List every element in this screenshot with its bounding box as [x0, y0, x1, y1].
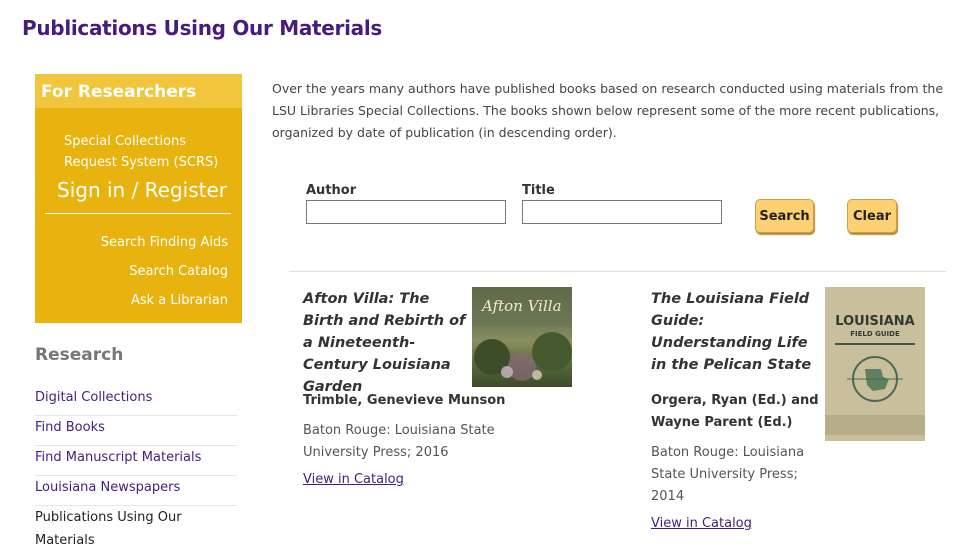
- book-publisher: Baton Rouge: Louisiana State University …: [651, 445, 805, 504]
- divider: [45, 213, 231, 214]
- research-nav: Digital Collections Find Books Find Manu…: [35, 386, 237, 548]
- search-finding-aids-link[interactable]: Search Finding Aids: [101, 228, 228, 257]
- book-publisher: Baton Rouge: Louisiana State University …: [303, 423, 495, 460]
- results-divider: [289, 271, 946, 272]
- nav-publications-using-our-materials[interactable]: Publications Using Our Materials: [35, 506, 237, 548]
- book-details: Orgera, Ryan (Ed.) and Wayne Parent (Ed.…: [651, 390, 831, 531]
- page-title: Publications Using Our Materials: [22, 16, 383, 40]
- cover-emblem: [847, 356, 903, 402]
- view-in-catalog-link[interactable]: View in Catalog: [303, 472, 404, 487]
- book-title[interactable]: Afton Villa: The Birth and Rebirth of a …: [303, 288, 468, 398]
- research-heading: Research: [35, 345, 124, 365]
- author-label: Author: [306, 183, 357, 198]
- view-in-catalog-link[interactable]: View in Catalog: [651, 516, 752, 531]
- researcher-links: Search Finding Aids Search Catalog Ask a…: [101, 228, 228, 315]
- cover-subtitle-text: FIELD GUIDE: [850, 330, 900, 338]
- author-input[interactable]: [306, 200, 506, 224]
- book-author: Orgera, Ryan (Ed.) and Wayne Parent (Ed.…: [651, 393, 819, 430]
- clear-button[interactable]: Clear: [847, 199, 897, 233]
- nav-digital-collections[interactable]: Digital Collections: [35, 386, 237, 416]
- scrs-link[interactable]: Special Collections Request System (SCRS…: [64, 131, 234, 173]
- cover-footer: [825, 415, 925, 435]
- book-details: Trimble, Genevieve Munson Baton Rouge: L…: [303, 390, 553, 487]
- book-author: Trimble, Genevieve Munson: [303, 393, 506, 408]
- for-researchers-box: For Researchers Special Collections Requ…: [35, 74, 242, 323]
- title-input[interactable]: [522, 200, 722, 224]
- book-item: Afton Villa: The Birth and Rebirth of a …: [303, 288, 468, 398]
- title-label: Title: [522, 183, 555, 198]
- nav-find-books[interactable]: Find Books: [35, 416, 237, 446]
- nav-find-manuscript-materials[interactable]: Find Manuscript Materials: [35, 446, 237, 476]
- afton-villa-cover-image: Afton Villa: [472, 287, 572, 387]
- cover-title-text: Afton Villa: [482, 297, 562, 315]
- nav-louisiana-newspapers[interactable]: Louisiana Newspapers: [35, 476, 237, 506]
- intro-text: Over the years many authors have publish…: [272, 81, 944, 140]
- cover-stripe: [835, 343, 915, 345]
- ask-a-librarian-link[interactable]: Ask a Librarian: [101, 286, 228, 315]
- sign-in-register-link[interactable]: Sign in / Register: [57, 178, 227, 202]
- louisiana-field-guide-cover-image: LOUISIANA FIELD GUIDE: [825, 287, 925, 441]
- search-catalog-link[interactable]: Search Catalog: [101, 257, 228, 286]
- cover-title-text: LOUISIANA: [835, 314, 915, 329]
- for-researchers-heading: For Researchers: [35, 74, 242, 108]
- book-item: The Louisiana Field Guide: Understanding…: [651, 288, 821, 376]
- search-button[interactable]: Search: [755, 199, 814, 233]
- book-title[interactable]: The Louisiana Field Guide: Understanding…: [651, 288, 821, 376]
